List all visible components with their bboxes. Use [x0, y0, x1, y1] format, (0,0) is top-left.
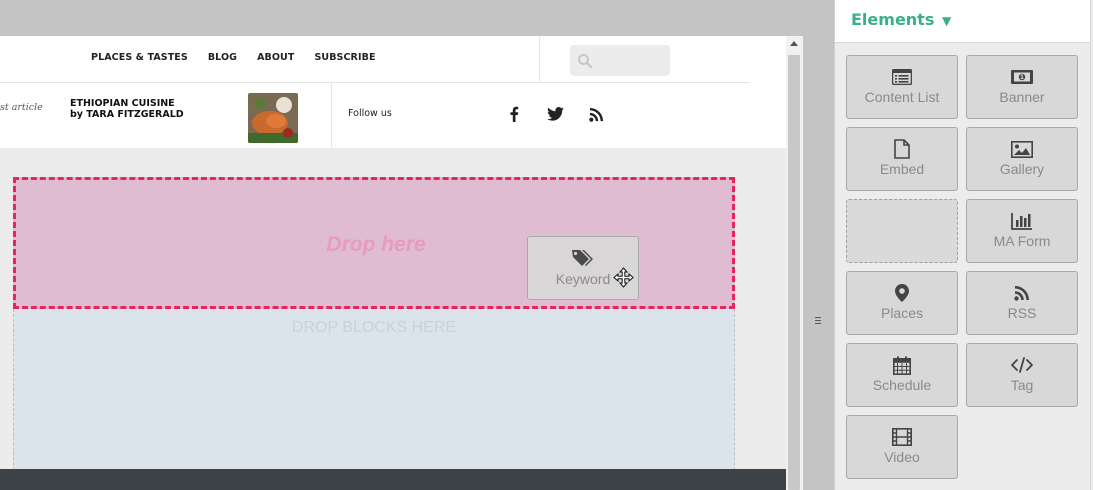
featured-article-author: by TARA FITZGERALD [70, 109, 184, 120]
rss-icon [967, 283, 1077, 303]
rss-icon[interactable] [586, 104, 606, 124]
scroll-up-arrow-icon[interactable] [790, 41, 798, 46]
tile-label: MA Form [993, 233, 1051, 249]
nav-item-about[interactable]: ABOUT [257, 52, 294, 63]
site-header: PLACES & TASTES BLOG ABOUT SUBSCRIBE st … [0, 36, 786, 148]
element-tile-empty-slot [846, 199, 958, 263]
element-tile-places[interactable]: Places [846, 271, 958, 335]
twitter-icon[interactable] [545, 104, 565, 124]
element-tile-tag[interactable]: Tag [966, 343, 1078, 407]
nav-item-places-tastes[interactable]: PLACES & TASTES [91, 52, 188, 63]
element-tile-embed[interactable]: Embed [846, 127, 958, 191]
header-divider [539, 36, 540, 82]
banner-icon: 1 [967, 67, 1077, 87]
nav-item-blog[interactable]: BLOG [208, 52, 237, 63]
list-icon [847, 67, 957, 87]
element-tile-banner[interactable]: 1 Banner [966, 55, 1078, 119]
editor-canvas: PLACES & TASTES BLOG ABOUT SUBSCRIBE st … [0, 0, 786, 490]
featured-article-title[interactable]: ETHIOPIAN CUISINE by TARA FITZGERALD [70, 98, 184, 120]
move-cursor-icon [613, 267, 634, 288]
scrollbar-thumb[interactable] [788, 55, 800, 490]
main-nav: PLACES & TASTES BLOG ABOUT SUBSCRIBE [91, 52, 376, 63]
image-icon [967, 139, 1077, 159]
panel-right-border [1090, 43, 1091, 490]
header-divider-vertical [331, 83, 332, 148]
elements-panel: Elements ▼ Content List 1 Banner Embed G… [834, 0, 1093, 490]
elements-dropdown-toggle[interactable]: Elements ▼ [851, 10, 951, 29]
canvas-scrollbar[interactable] [786, 36, 803, 490]
search-icon [578, 54, 593, 69]
facebook-icon[interactable] [504, 104, 524, 124]
calendar-icon [847, 355, 957, 375]
page-footer [0, 469, 786, 490]
svg-text:1: 1 [1020, 74, 1024, 81]
code-icon [967, 355, 1077, 375]
bar-chart-icon [967, 211, 1077, 231]
element-tile-gallery[interactable]: Gallery [966, 127, 1078, 191]
drop-blocks-area[interactable]: DROP BLOCKS HERE [13, 309, 735, 490]
element-tile-rss[interactable]: RSS [966, 271, 1078, 335]
map-marker-icon [847, 283, 957, 303]
tile-label: Gallery [999, 161, 1045, 177]
tile-label: Video [884, 449, 920, 465]
follow-us-label: Follow us [348, 108, 392, 119]
tile-label: Content List [864, 89, 940, 105]
element-tile-schedule[interactable]: Schedule [846, 343, 958, 407]
file-icon [847, 139, 957, 159]
tile-label: Tag [1010, 377, 1034, 393]
element-tile-ma-form[interactable]: MA Form [966, 199, 1078, 263]
search-input[interactable] [570, 45, 670, 76]
featured-article-thumbnail[interactable] [248, 93, 298, 143]
tags-icon [528, 249, 638, 267]
featured-article-name: ETHIOPIAN CUISINE [70, 98, 175, 109]
header-divider-horizontal [0, 82, 750, 83]
elements-title: Elements [851, 10, 935, 29]
tile-label: Schedule [872, 377, 932, 393]
film-icon [847, 427, 957, 447]
drop-blocks-label: DROP BLOCKS HERE [291, 319, 457, 336]
tile-label: Embed [879, 161, 925, 177]
tile-label: Places [880, 305, 924, 321]
splitter-grip-icon[interactable] [815, 317, 821, 325]
tile-label: RSS [1007, 305, 1037, 321]
nav-item-subscribe[interactable]: SUBSCRIBE [314, 52, 375, 63]
element-tile-content-list[interactable]: Content List [846, 55, 958, 119]
caret-down-icon: ▼ [941, 14, 952, 28]
tile-label: Banner [999, 89, 1045, 105]
element-tile-video[interactable]: Video [846, 415, 958, 479]
last-article-label: st article [0, 102, 43, 113]
panel-splitter[interactable] [803, 0, 834, 490]
elements-panel-header: Elements ▼ [835, 0, 1091, 43]
page-preview: PLACES & TASTES BLOG ABOUT SUBSCRIBE st … [0, 36, 786, 490]
